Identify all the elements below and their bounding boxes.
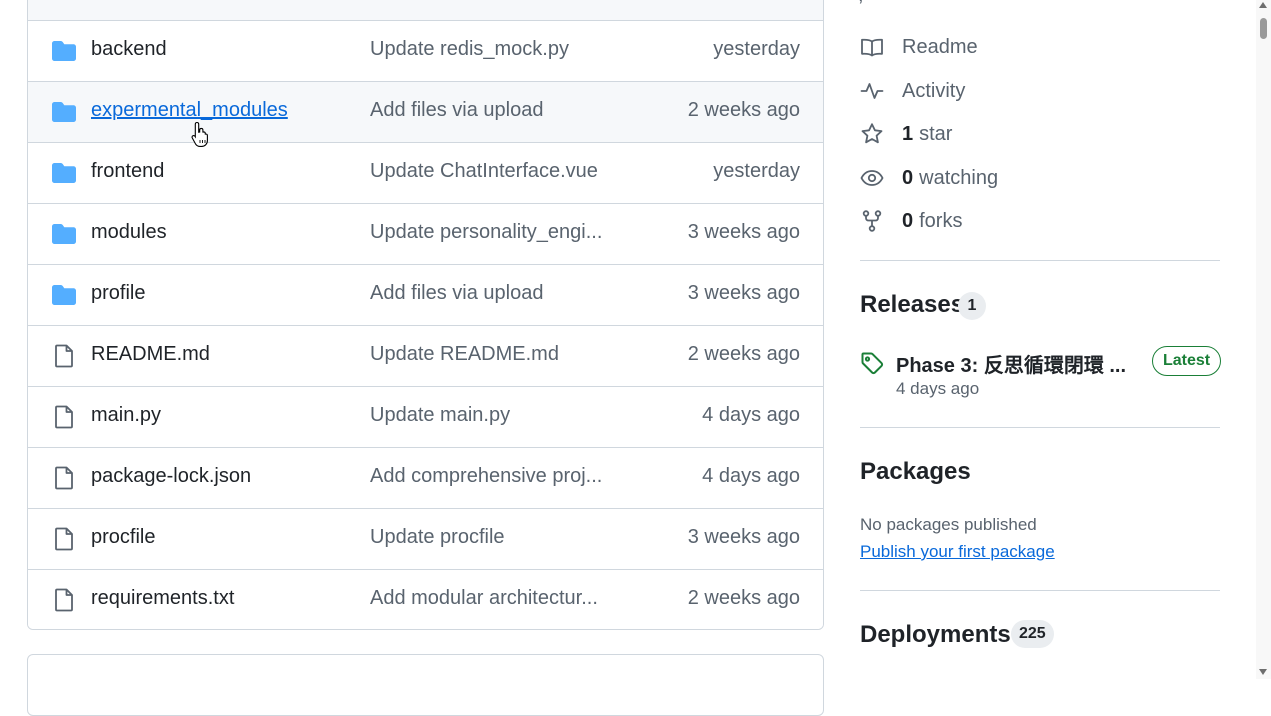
stars-link[interactable]: 1 star	[860, 120, 952, 148]
folder-icon	[52, 163, 76, 183]
tag-icon	[861, 352, 884, 375]
folder-icon	[52, 224, 76, 244]
commit-message-link[interactable]: Add files via upload	[370, 99, 620, 122]
file-row[interactable]: procfile Update procfile 3 weeks ago	[28, 509, 823, 570]
commit-date: 4 days ago	[702, 404, 800, 426]
latest-release-link[interactable]: Phase 3: 反思循環閉環 ...	[896, 349, 1136, 378]
file-list: backend Update redis_mock.py yesterday expe…	[28, 21, 823, 629]
file-name-link[interactable]: profile	[91, 282, 145, 305]
forks-link[interactable]: 0 forks	[860, 207, 962, 235]
file-row[interactable]: main.py Update main.py 4 days ago	[28, 387, 823, 448]
commit-date: yesterday	[713, 38, 800, 60]
file-name-link[interactable]: main.py	[91, 404, 161, 427]
stars-label: star	[919, 122, 953, 145]
divider	[860, 427, 1220, 428]
commit-date: 3 weeks ago	[687, 526, 800, 548]
deployments-count-badge: 225	[1011, 620, 1054, 648]
file-icon	[55, 588, 73, 612]
eye-icon	[860, 170, 884, 186]
file-row[interactable]: modules Update personality_engi... 3 weeks…	[28, 204, 823, 265]
watching-link[interactable]: 0 watching	[860, 164, 998, 192]
commit-date: yesterday	[713, 160, 800, 182]
about-sidebar: Readme Activity 1 star 0 watching 0 fork…	[860, 0, 1222, 679]
commit-date: 3 weeks ago	[687, 221, 800, 243]
commit-message-link[interactable]: Update personality_engi...	[370, 221, 620, 244]
star-icon	[861, 123, 883, 144]
watching-label: watching	[919, 166, 999, 189]
book-icon	[861, 38, 883, 57]
file-name-link[interactable]: backend	[91, 38, 167, 61]
file-name-link[interactable]: expermental_modules	[91, 99, 288, 122]
commit-message-link[interactable]: Update procfile	[370, 526, 620, 549]
scroll-down-arrow-icon[interactable]	[1259, 669, 1267, 675]
readme-link[interactable]: Readme	[860, 33, 978, 61]
file-icon	[55, 466, 73, 490]
file-row[interactable]: backend Update redis_mock.py yesterday	[28, 21, 823, 82]
commit-message-link[interactable]: Update redis_mock.py	[370, 38, 620, 61]
divider	[860, 590, 1220, 591]
folder-icon	[52, 41, 76, 61]
commit-message-link[interactable]: Add modular architectur...	[370, 587, 620, 610]
file-table-header	[28, 0, 823, 21]
no-packages-text: No packages published	[860, 515, 1037, 534]
commit-message-link[interactable]: Add files via upload	[370, 282, 620, 305]
commit-message-link[interactable]: Update main.py	[370, 404, 620, 427]
file-row[interactable]: package-lock.json Add comprehensive proj.…	[28, 448, 823, 509]
file-table: backend Update redis_mock.py yesterday expe…	[27, 0, 824, 630]
deployments-heading[interactable]: Deployments	[860, 621, 1011, 649]
release-date: 4 days ago	[896, 379, 980, 398]
file-name-link[interactable]: package-lock.json	[91, 465, 251, 488]
file-icon	[55, 405, 73, 429]
file-icon	[55, 527, 73, 551]
readme-label: Readme	[902, 35, 978, 58]
commit-date: 3 weeks ago	[687, 282, 800, 304]
commit-message-link[interactable]: Update README.md	[370, 343, 620, 366]
forks-label: forks	[919, 209, 963, 232]
file-row[interactable]: requirements.txt Add modular architectur.…	[28, 570, 823, 629]
fork-icon	[862, 210, 882, 232]
file-name-link[interactable]: frontend	[91, 160, 164, 183]
divider	[860, 260, 1220, 261]
scroll-up-arrow-icon[interactable]	[1259, 2, 1267, 8]
folder-icon	[52, 285, 76, 305]
file-icon	[55, 344, 73, 368]
file-row[interactable]: frontend Update ChatInterface.vue yesterda…	[28, 143, 823, 204]
folder-icon	[52, 102, 76, 122]
activity-link[interactable]: Activity	[860, 77, 965, 105]
commit-date: 2 weeks ago	[687, 99, 800, 121]
watching-count: 0	[902, 166, 914, 189]
publish-package-link[interactable]: Publish your first package	[860, 542, 1055, 562]
vertical-scrollbar[interactable]	[1256, 0, 1271, 679]
packages-heading[interactable]: Packages	[860, 458, 971, 486]
file-name-link[interactable]: requirements.txt	[91, 587, 234, 610]
commit-date: 2 weeks ago	[687, 587, 800, 609]
commit-date: 4 days ago	[702, 465, 800, 487]
latest-badge: Latest	[1152, 346, 1222, 376]
releases-heading[interactable]: Releases	[860, 291, 964, 319]
releases-count-badge: 1	[958, 292, 986, 320]
scrollbar-thumb[interactable]	[1260, 18, 1267, 39]
file-row[interactable]: README.md Update README.md 2 weeks ago	[28, 326, 823, 387]
pulse-icon	[860, 83, 884, 99]
forks-count: 0	[902, 209, 914, 232]
stars-count: 1	[902, 122, 914, 145]
readme-box	[27, 654, 824, 716]
activity-label: Activity	[902, 79, 966, 102]
commit-message-link[interactable]: Update ChatInterface.vue	[370, 160, 620, 183]
file-row[interactable]: profile Add files via upload 3 weeks ago	[28, 265, 823, 326]
file-name-link[interactable]: modules	[91, 221, 167, 244]
commit-date: 2 weeks ago	[687, 343, 800, 365]
commit-message-link[interactable]: Add comprehensive proj...	[370, 465, 620, 488]
file-name-link[interactable]: README.md	[91, 343, 210, 366]
file-name-link[interactable]: procfile	[91, 526, 155, 549]
file-row[interactable]: expermental_modules Add files via upload 2…	[28, 82, 823, 143]
